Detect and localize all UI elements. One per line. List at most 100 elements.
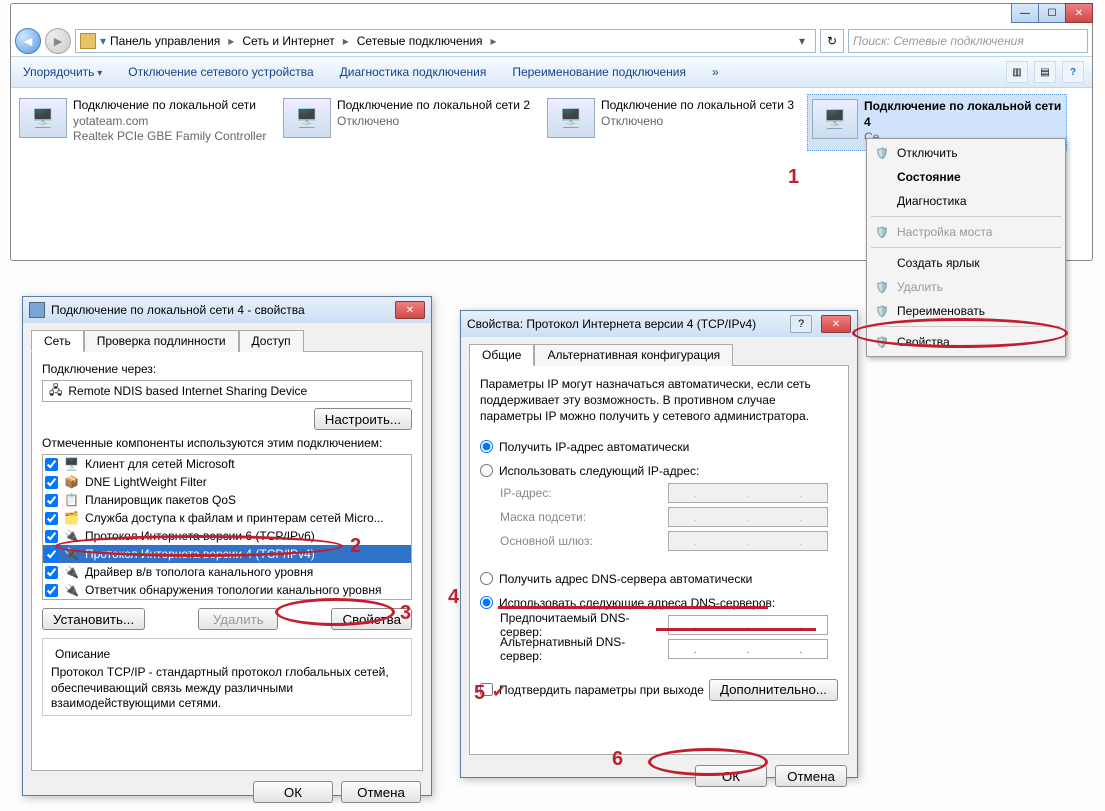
intro-text: Параметры IP могут назначаться автоматич…	[480, 376, 838, 425]
breadcrumb-net[interactable]: Сеть и Интернет	[242, 34, 334, 48]
annotation-circle-ok	[648, 748, 768, 776]
help-button[interactable]: ?	[790, 315, 812, 333]
view-mode-button[interactable]: ▥	[1006, 61, 1028, 83]
connect-via-label: Подключение через:	[42, 362, 412, 376]
toolbar-rename[interactable]: Переименование подключения	[508, 63, 690, 81]
component-item[interactable]: 🗂️Служба доступа к файлам и принтерам се…	[43, 509, 411, 527]
toolbar-organize[interactable]: Упорядочить	[19, 63, 106, 81]
adapter-field: 🖧 Remote NDIS based Internet Sharing Dev…	[42, 380, 412, 402]
network-adapter-icon: 🖥️	[19, 98, 67, 138]
components-list[interactable]: 🖥️Клиент для сетей Microsoft 📦DNE LightW…	[42, 454, 412, 600]
ctx-disable[interactable]: 🛡️ Отключить	[869, 141, 1063, 165]
back-button[interactable]: ◄	[15, 28, 41, 54]
ctx-diagnose[interactable]: Диагностика	[869, 189, 1063, 213]
radio-dns-auto[interactable]: Получить адрес DNS-сервера автоматически	[480, 569, 838, 589]
tab-authentication[interactable]: Проверка подлинности	[84, 330, 239, 352]
dns2-label: Альтернативный DNS-сервер:	[500, 635, 660, 663]
close-button[interactable]: ✕	[821, 315, 851, 333]
connection-status: Отключено	[337, 114, 530, 130]
shield-icon: 🛡️	[875, 280, 889, 294]
dialog-title: Свойства: Протокол Интернета версии 4 (T…	[467, 317, 756, 331]
connection-status: yotateam.com	[73, 114, 266, 130]
ok-button[interactable]: ОК	[253, 781, 333, 803]
ip-address-input: ...	[668, 483, 828, 503]
connection-name: Подключение по локальной сети	[73, 98, 266, 114]
preview-pane-button[interactable]: ▤	[1034, 61, 1056, 83]
search-input[interactable]: Поиск: Сетевые подключения	[848, 29, 1088, 53]
component-item[interactable]: 🖥️Клиент для сетей Microsoft	[43, 455, 411, 473]
close-button[interactable]: ✕	[1065, 3, 1093, 23]
breadcrumb[interactable]: ▾ Панель управления ▸ Сеть и Интернет ▸ …	[75, 29, 816, 53]
tab-network[interactable]: Сеть	[31, 330, 84, 352]
subnet-mask-input: ...	[668, 507, 828, 527]
connection-name: Подключение по локальной сети 3	[601, 98, 794, 114]
configure-button[interactable]: Настроить...	[314, 408, 412, 430]
radio-ip-manual[interactable]: Использовать следующий IP-адрес:	[480, 461, 838, 481]
help-button[interactable]: ?	[1062, 61, 1084, 83]
connection-item[interactable]: 🖥️ Подключение по локальной сети 3 Отклю…	[543, 94, 803, 151]
dialog-icon	[29, 302, 45, 318]
toolbar-disable-device[interactable]: Отключение сетевого устройства	[124, 63, 317, 81]
close-button[interactable]: ✕	[395, 301, 425, 319]
ctx-shortcut[interactable]: Создать ярлык	[869, 251, 1063, 275]
alternate-dns-input[interactable]: ...	[668, 639, 828, 659]
minimize-button[interactable]: —	[1011, 3, 1039, 23]
connection-item[interactable]: 🖥️ Подключение по локальной сети yotatea…	[15, 94, 275, 151]
annotation-underline-dns-radio	[498, 606, 768, 609]
ipv4-properties-dialog: Свойства: Протокол Интернета версии 4 (T…	[460, 310, 858, 778]
ip-label: IP-адрес:	[500, 486, 660, 500]
network-adapter-icon: 🖥️	[283, 98, 331, 138]
connection-status: Отключено	[601, 114, 794, 130]
shield-icon: 🛡️	[875, 146, 889, 160]
radio-ip-auto[interactable]: Получить IP-адрес автоматически	[480, 437, 838, 457]
components-label: Отмеченные компоненты используются этим …	[42, 436, 412, 450]
connection-name: Подключение по локальной сети 4	[864, 99, 1062, 130]
gateway-label: Основной шлюз:	[500, 534, 660, 548]
component-item[interactable]: 📋Планировщик пакетов QoS	[43, 491, 411, 509]
cancel-button[interactable]: Отмена	[775, 765, 847, 787]
breadcrumb-dropdown[interactable]: ▾	[793, 34, 811, 48]
network-adapter-icon: 🖥️	[812, 99, 858, 139]
annotation-4: 4	[448, 586, 459, 609]
annotation-6: 6	[612, 748, 623, 771]
breadcrumb-connections[interactable]: Сетевые подключения	[357, 34, 483, 48]
shield-icon: 🛡️	[875, 304, 889, 318]
shield-icon: 🛡️	[875, 225, 889, 239]
ctx-delete: 🛡️ Удалить	[869, 275, 1063, 299]
search-placeholder: Поиск: Сетевые подключения	[853, 34, 1024, 48]
component-item[interactable]: 🔌Ответчик обнаружения топологии канально…	[43, 581, 411, 599]
forward-button[interactable]: ►	[45, 28, 71, 54]
toolbar-more[interactable]: »	[708, 63, 723, 81]
annotation-circle-props-btn	[275, 598, 395, 626]
toolbar-diagnose[interactable]: Диагностика подключения	[336, 63, 491, 81]
description-title: Описание	[51, 647, 114, 661]
connection-device: Realtek PCIe GBE Family Controller	[73, 129, 266, 145]
annotation-3: 3	[400, 602, 411, 625]
mask-label: Маска подсети:	[500, 510, 660, 524]
advanced-button[interactable]: Дополнительно...	[709, 679, 838, 701]
annotation-underline-dns-input	[656, 628, 816, 631]
gateway-input: ...	[668, 531, 828, 551]
validate-checkbox[interactable]: Подтвердить параметры при выходе	[480, 680, 704, 700]
annotation-check-icon: ✔	[492, 682, 505, 702]
connection-item[interactable]: 🖥️ Подключение по локальной сети 2 Отклю…	[279, 94, 539, 151]
radio-dns-manual[interactable]: Использовать следующие адреса DNS-сервер…	[480, 593, 838, 613]
tab-access[interactable]: Доступ	[239, 330, 304, 352]
ctx-status[interactable]: Состояние	[869, 165, 1063, 189]
annotation-circle-properties	[852, 318, 1068, 348]
annotation-circle-ipv4	[55, 535, 343, 557]
tab-general[interactable]: Общие	[469, 344, 534, 366]
preferred-dns-input[interactable]: ...	[668, 615, 828, 635]
refresh-button[interactable]: ↻	[820, 29, 844, 53]
install-button[interactable]: Установить...	[42, 608, 145, 630]
folder-icon	[80, 33, 96, 49]
maximize-button[interactable]: ☐	[1038, 3, 1066, 23]
breadcrumb-panel[interactable]: Панель управления	[110, 34, 220, 48]
description-text: Протокол TCP/IP - стандартный протокол г…	[51, 665, 403, 712]
tab-alternative[interactable]: Альтернативная конфигурация	[534, 344, 733, 366]
component-item[interactable]: 🔌Драйвер в/в тополога канального уровня	[43, 563, 411, 581]
connection-name: Подключение по локальной сети 2	[337, 98, 530, 114]
dialog-title: Подключение по локальной сети 4 - свойст…	[51, 303, 305, 317]
component-item[interactable]: 📦DNE LightWeight Filter	[43, 473, 411, 491]
cancel-button[interactable]: Отмена	[341, 781, 421, 803]
